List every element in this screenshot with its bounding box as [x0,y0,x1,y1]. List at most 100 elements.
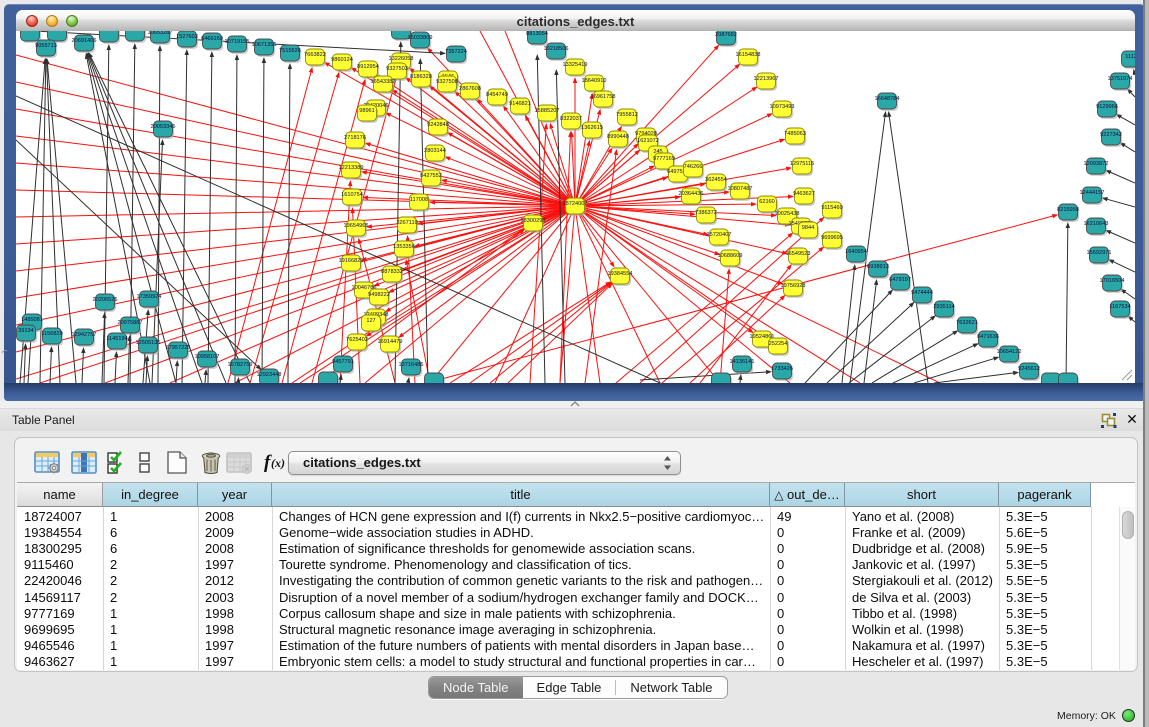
graph-node[interactable]: 16033809 [408,32,433,50]
graph-node[interactable] [425,373,446,383]
table-options-icon[interactable] [34,451,61,475]
table-cell[interactable]: 1998 [205,605,270,622]
graph-node[interactable]: 10719155 [225,36,250,54]
table-cell[interactable]: 1 [110,621,196,638]
table-cell[interactable]: Embryonic stem cells: a model to study s… [279,653,768,670]
graph-node[interactable]: 12444157 [1080,187,1105,205]
table-cell[interactable]: 5.9E−5 [1006,540,1089,557]
table-cell[interactable]: 5.3E−5 [1006,508,1089,525]
graph-node[interactable]: 3624554 [705,174,727,192]
table-cell[interactable]: 14569117 [24,589,101,606]
table-cell[interactable]: Corpus callosum shape and size in male p… [279,605,768,622]
split-handle[interactable] [0,401,1149,409]
graph-node[interactable]: 15885207 [535,105,560,123]
graph-node[interactable]: 1362615 [581,122,603,140]
graph-node[interactable]: 2803144 [424,145,446,163]
table-cell[interactable]: 18300295 [24,540,101,557]
graph-node[interactable]: 20691406 [72,35,97,53]
graph-node[interactable] [319,372,340,383]
graph-node[interactable]: 9327508 [436,76,458,94]
graph-node[interactable]: 7663822 [304,49,326,67]
graph-node[interactable]: 7625402 [346,334,368,352]
table-cell[interactable]: 9463627 [24,653,101,670]
graph-node[interactable]: 12923448 [257,369,282,383]
graph-node[interactable]: 6466160 [201,33,223,51]
table-cell[interactable]: 5.5E−5 [1006,572,1089,589]
table-cell[interactable]: 22420046 [24,572,101,589]
graph-node[interactable]: 1610754 [341,189,363,207]
graph-node[interactable] [712,373,733,383]
table-cell[interactable]: 2 [110,556,196,573]
graph-node[interactable]: 9699695 [821,232,843,250]
graph-node[interactable]: 8813054 [526,31,548,46]
table-cell[interactable]: Disruption of a novel member of a sodium… [279,589,768,606]
table-cell[interactable]: 2008 [205,508,270,525]
table-cell[interactable]: 2012 [205,572,270,589]
citation-graph[interactable]: 9055713206914061065328715276026466160107… [16,31,1135,383]
table-cell[interactable]: 5.3E−5 [1006,653,1089,670]
graph-node[interactable]: 127 [362,315,383,333]
graph-node[interactable]: 16914479 [378,336,403,354]
graph-node[interactable]: 2087682 [715,31,737,47]
graph-node[interactable]: 9474444 [911,287,933,305]
graph-node[interactable]: 18640910 [582,75,607,93]
graph-node[interactable]: 8186328 [410,71,432,89]
column-header-in_degree[interactable]: in_degree [103,483,198,507]
table-cell[interactable]: Jankovic et al. (1997) [852,556,997,573]
table-cell[interactable]: Franke et al. (2009) [852,524,997,541]
graph-node[interactable]: 7632621 [956,317,978,335]
table-cell[interactable]: 5.3E−5 [1006,556,1089,573]
graph-node[interactable]: 7515526 [279,45,301,63]
graph-node[interactable]: 13751074 [1108,73,1133,91]
delete-table-icon[interactable] [226,451,253,475]
tab-node-table[interactable]: Node Table [429,677,523,698]
table-cell[interactable]: Changes of HCN gene expression and I(f) … [279,508,768,525]
function-builder-icon[interactable]: f (x) [264,451,291,475]
graph-node[interactable]: 10688609 [718,250,743,268]
table-cell[interactable]: Estimation of significance thresholds fo… [279,540,768,557]
float-panel-icon[interactable] [1101,412,1117,428]
graph-node[interactable]: 9115460 [821,202,843,220]
graph-node[interactable]: 9242848 [427,119,449,137]
graph-node[interactable]: 17016504 [1100,275,1125,293]
graph-node[interactable]: 7357224 [445,46,467,64]
graph-node[interactable]: 1733426 [771,363,793,381]
table-cell[interactable]: Yano et al. (2008) [852,508,997,525]
new-column-icon[interactable] [165,451,192,475]
table-cell[interactable]: Estimation of the future numbers of pati… [279,637,768,654]
graph-node[interactable]: 8322037 [560,113,582,131]
graph-node[interactable]: 15692971 [1087,247,1112,265]
table-cell[interactable]: Stergiakouli et al. (2012) [852,572,997,589]
table-cell[interactable]: 0 [777,637,843,654]
tab-network-table[interactable]: Network Table [616,677,726,698]
select-all-icon[interactable] [106,451,133,475]
table-cell[interactable]: 1 [110,653,196,670]
table-cell[interactable]: 0 [777,589,843,606]
graph-node[interactable] [126,31,147,43]
table-cell[interactable]: 0 [777,524,843,541]
column-header-short[interactable]: short [845,483,999,507]
graph-node[interactable]: 10653287 [148,31,173,45]
graph-node[interactable]: 9227342 [1100,129,1122,147]
table-scrollbar[interactable] [1119,507,1135,670]
table-cell[interactable]: Genome−wide association studies in ADHD. [279,524,768,541]
graph-node[interactable]: 9498222 [368,289,390,307]
graph-node[interactable]: 1527602 [176,31,198,49]
graph-node[interactable]: 16210643 [1084,218,1109,236]
table-cell[interactable]: Dudbridge et al. (2008) [852,540,997,557]
table-cell[interactable]: 0 [777,556,843,573]
network-window-titlebar[interactable]: citations_edges.txt [16,10,1135,32]
table-panel-titlebar[interactable]: Table Panel ✕ [0,409,1143,432]
graph-node[interactable]: 1112 [1122,51,1136,69]
graph-node[interactable]: 10654122 [997,346,1022,364]
graph-node[interactable]: 13716485 [399,359,424,377]
table-cell[interactable]: Hescheler et al. (1997) [852,653,997,670]
graph-node[interactable]: 9860124 [331,54,353,72]
tab-edge-table[interactable]: Edge Table [523,677,616,698]
table-cell[interactable]: 9777169 [24,605,101,622]
graph-node[interactable]: 9146821 [509,98,531,116]
graph-node[interactable]: 3267110 [396,217,418,235]
graph-node[interactable]: 2867608 [459,83,481,101]
close-panel-icon[interactable]: ✕ [1124,411,1140,428]
table-cell[interactable]: 1998 [205,621,270,638]
